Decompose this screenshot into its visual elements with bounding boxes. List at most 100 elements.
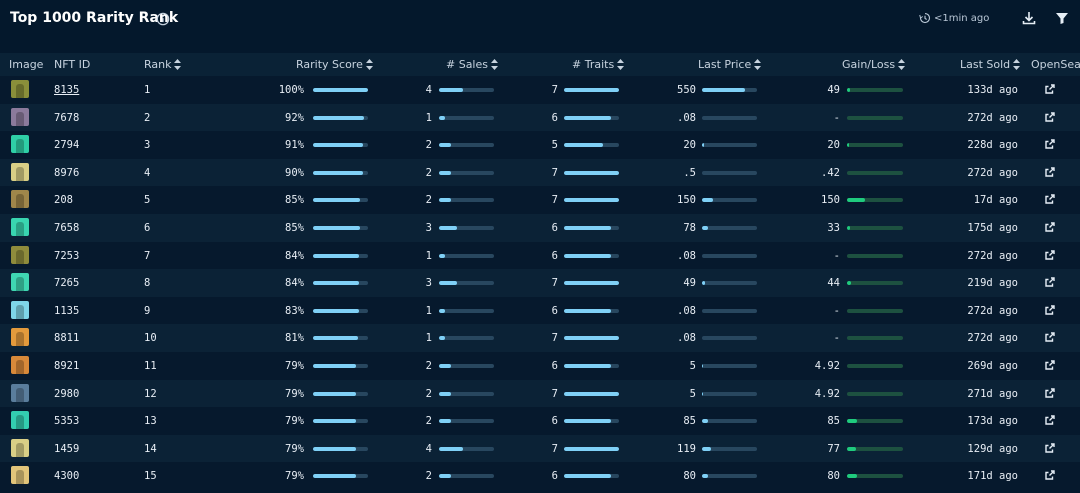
external-link-icon[interactable] [1044,276,1056,288]
nft-thumbnail[interactable] [11,107,29,126]
table-row[interactable]: 1135 9 83% 1 6 .08 - 272d ago [0,296,1080,325]
nft-thumbnail[interactable] [11,300,29,319]
col-sales[interactable]: # Sales [446,58,498,71]
nft-id[interactable]: 1135 [54,305,79,317]
external-link-icon[interactable] [1044,166,1056,178]
nft-id[interactable]: 2980 [54,388,79,400]
nft-thumbnail[interactable] [11,328,29,347]
nft-thumbnail[interactable] [11,273,29,292]
nft-id[interactable]: 8921 [54,360,79,372]
table-row[interactable]: 2980 12 79% 2 7 5 4.92 271d ago [0,379,1080,408]
sales-bar [439,419,494,424]
external-link-icon[interactable] [1044,414,1056,426]
table-row[interactable]: 7253 7 84% 1 6 .08 - 272d ago [0,241,1080,270]
external-link-icon[interactable] [1044,331,1056,343]
nft-id[interactable]: 7265 [54,277,79,289]
sales-bar [439,336,494,341]
nft-thumbnail[interactable] [11,217,29,236]
nft-thumbnail[interactable] [11,411,29,430]
sales-bar [439,88,494,92]
nft-id[interactable]: 208 [54,194,73,206]
sales-bar-fill [439,225,458,230]
table-row[interactable]: 8976 4 90% 2 7 .5 .42 272d ago [0,158,1080,187]
sales-bar [439,253,494,258]
external-link-icon[interactable] [1044,442,1056,454]
nft-thumbnail[interactable] [11,162,29,181]
rarity-score-value: 85% [285,194,304,207]
col-last-price[interactable]: Last Price [698,58,762,71]
col-traits[interactable]: # Traits [572,58,625,71]
nft-thumbnail[interactable] [11,245,29,264]
col-rarity-score[interactable]: Rarity Score [296,58,373,71]
last-price-value: 80 [683,470,696,483]
gain-loss-value: 20 [827,139,840,152]
external-link-icon[interactable] [1044,111,1056,123]
table-row[interactable]: 7265 8 84% 3 7 49 44 219d ago [0,269,1080,297]
sales-bar-fill [439,198,452,203]
nft-thumbnail[interactable] [11,438,29,457]
info-icon[interactable] [156,12,170,26]
last-updated: <1min ago [919,12,989,24]
nft-id[interactable]: 1459 [54,443,79,455]
nft-id[interactable]: 8976 [54,167,79,179]
nft-thumbnail[interactable] [11,355,29,374]
last-price-value: 5 [689,387,696,400]
col-nft-id[interactable]: NFT ID [54,58,90,71]
sales-value: 3 [425,221,432,234]
external-link-icon[interactable] [1044,193,1056,205]
nft-id[interactable]: 8135 [54,84,79,96]
gain-loss-value: 85 [827,415,840,428]
nft-id[interactable]: 7658 [54,222,79,234]
last-price-bar [702,391,757,396]
table-row[interactable]: 8921 11 79% 2 6 5 4.92 269d ago [0,351,1080,380]
table-row[interactable]: 5353 13 79% 2 6 85 85 173d ago [0,407,1080,435]
thumbnail-figure [16,84,24,98]
download-icon[interactable] [1021,10,1037,26]
traits-bar [564,419,619,424]
nft-id[interactable]: 8811 [54,332,79,344]
external-link-icon[interactable] [1044,138,1056,150]
external-link-icon[interactable] [1044,83,1056,95]
nft-thumbnail[interactable] [11,80,29,98]
thumbnail-figure [16,277,24,292]
table-row[interactable]: 8135 1 100% 4 7 550 49 133d ago [0,76,1080,104]
nft-id[interactable]: 4300 [54,470,79,482]
table-row[interactable]: 208 5 85% 2 7 150 150 17d ago [0,186,1080,214]
col-gain-loss[interactable]: Gain/Loss [842,58,906,71]
external-link-icon[interactable] [1044,221,1056,233]
nft-id[interactable]: 7678 [54,112,79,124]
nft-id[interactable]: 5353 [54,415,79,427]
rarity-score-bar [313,308,368,313]
table-row[interactable]: 7658 6 85% 3 6 78 33 175d ago [0,213,1080,242]
external-link-icon[interactable] [1044,249,1056,261]
table-row[interactable]: 2794 3 91% 2 5 20 20 228d ago [0,131,1080,159]
nft-thumbnail[interactable] [11,135,29,154]
col-rank[interactable]: Rank [144,58,182,71]
rank-value: 11 [144,359,157,372]
external-link-icon[interactable] [1044,304,1056,316]
rank-value: 7 [144,249,151,262]
nft-id[interactable]: 7253 [54,250,79,262]
last-price-bar [702,170,757,175]
sales-bar-fill [439,253,446,258]
rarity-score-bar [313,281,368,286]
table-row[interactable]: 1459 14 79% 4 7 119 77 129d ago [0,434,1080,463]
nft-thumbnail[interactable] [11,466,29,485]
table-row[interactable]: 8811 10 81% 1 7 .08 - 272d ago [0,324,1080,352]
sales-bar [439,115,494,120]
col-last-sold[interactable]: Last Sold [960,58,1021,71]
sales-value: 2 [425,139,432,152]
nft-id[interactable]: 2794 [54,139,79,151]
sort-icon [491,59,498,70]
nft-thumbnail[interactable] [11,190,29,209]
last-price-bar [702,253,757,258]
table-row[interactable]: 7678 2 92% 1 6 .08 - 272d ago [0,103,1080,132]
external-link-icon[interactable] [1044,469,1056,481]
table-row[interactable]: 4300 15 79% 2 6 80 80 171d ago [0,462,1080,490]
external-link-icon[interactable] [1044,387,1056,399]
external-link-icon[interactable] [1044,359,1056,371]
filter-icon[interactable] [1054,10,1070,26]
gain-loss-bar [847,446,903,451]
last-price-value: 550 [677,84,696,96]
nft-thumbnail[interactable] [11,383,29,402]
